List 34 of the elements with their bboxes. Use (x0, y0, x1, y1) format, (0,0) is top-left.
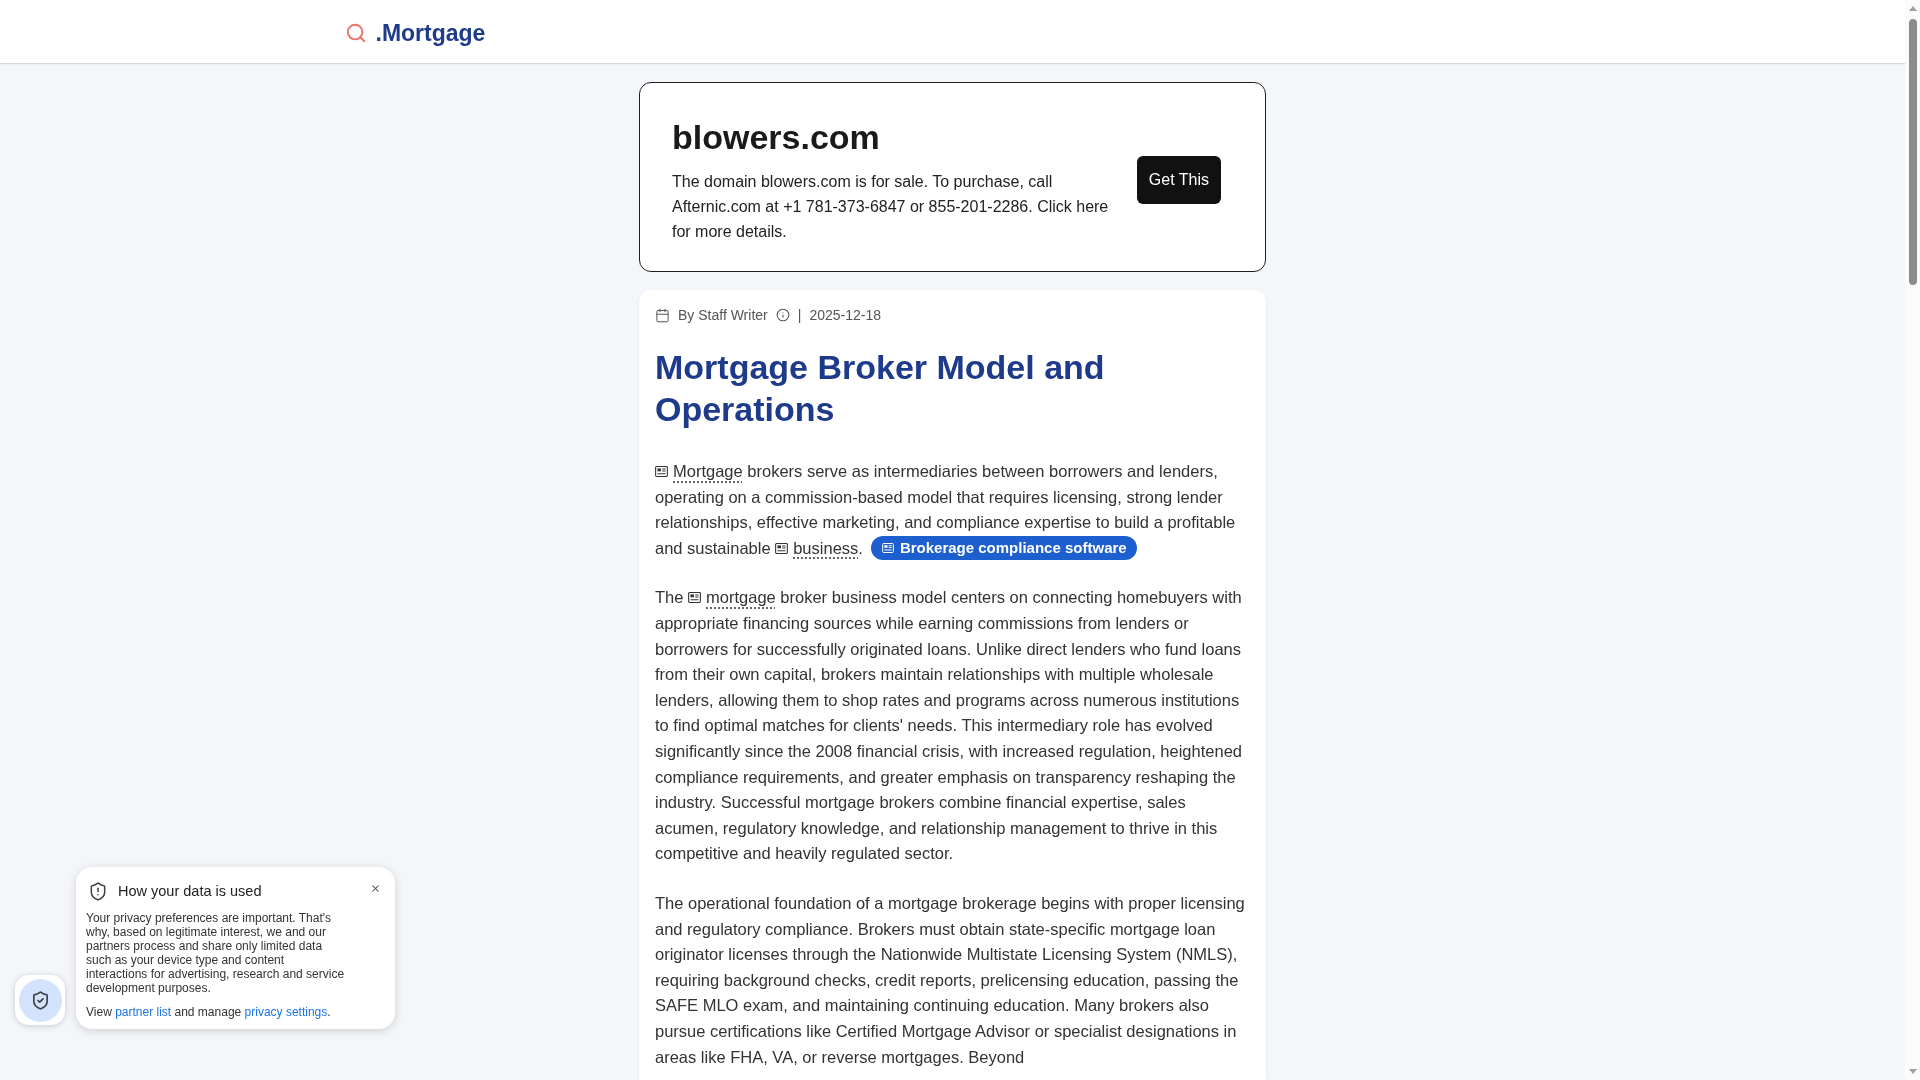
privacy-shield-button[interactable] (15, 975, 65, 1025)
newspaper-icon (688, 592, 702, 604)
article-paragraph: Mortgage brokers serve as intermediaries between borrowers and lenders, operating on a commission-based model that requires licensing, strong lender relationships, effective marketing, and compliance expertise to build a profitable and sustainable business. Brokerage compliance software (655, 459, 1250, 562)
domain-title: blowers.com (672, 117, 881, 158)
privacy-text: Your privacy preferences are important. That's why, based on legitimate interest, we and our partners process and share only limited data such as your device type and content interactions for advertising, research and service development purposes. (86, 911, 346, 995)
shield-check-icon (18, 978, 62, 1022)
article-paragraph: The mortgage broker business model centers on connecting homebuyers with appropriate financing sources while earning commissions from lenders or borrowers for successfully originated loans. Unlike direct lenders who fund loans from their own capital, brokers maintain relationships with multiple wholesale lenders, allowing them to shop rates and programs across numerous institutions to find optimal matches for clients' needs. This intermediary role has evolved significantly since the 2008 financial crisis, with increased regulation, heightened compliance requirements, and greater emphasis on transparency reshaping the industry. Successful mortgage brokers combine financial expertise, sales acumen, regulatory knowledge, and relationship management to thrive in this competitive and heavily regulated sector. (655, 587, 1243, 865)
newspaper-icon (655, 466, 668, 477)
keyword-link[interactable]: business (793, 538, 859, 557)
newspaper-icon (775, 542, 789, 554)
scrollbar-thumb[interactable] (1908, 19, 1917, 285)
publish-date: 2025-12-18 (809, 305, 881, 325)
get-this-button[interactable]: Get This (1136, 155, 1221, 204)
info-icon (775, 308, 790, 322)
sale-description: The domain blowers.com is for sale. To purchase, call Afternic.com at +1 781-373-6847 or 855-201-2286. Click here for more details. (672, 172, 1110, 242)
topic-chip[interactable]: Brokerage compliance software (870, 536, 1137, 561)
author-text: By Staff Writer (678, 305, 768, 325)
newspaper-icon (881, 543, 894, 554)
close-icon (369, 882, 381, 894)
article-paragraph: The operational foundation of a mortgage brokerage begins with proper licensing and regulatory compliance. Brokers must obtain state-specific mortgage loan originator licenses through the Nationwide Multistate Licensing System (NMLS), requiring background checks, credit reports, prelicensing education, passing the SAFE MLO exam, and maintaining continuing education. Many brokers also pursue certifications like Certified Mortgage Advisor or specialist designations in areas like FHA, VA, or reverse mortgages. Beyond (655, 892, 1246, 1068)
inline-link[interactable]: partner list (115, 1005, 172, 1019)
keyword-link[interactable]: mortgage (706, 588, 776, 607)
keyword-link[interactable]: Mortgage (673, 462, 743, 480)
logo-link[interactable]: .Mortgage (375, 18, 486, 47)
scrollbar-track[interactable] (1905, 0, 1920, 1080)
article-title: Mortgage Broker Model and Operations (655, 347, 1106, 430)
privacy-links-text: View partner list and manage privacy settings. (86, 1005, 331, 1019)
search-icon (344, 21, 367, 44)
calendar-icon (655, 307, 670, 323)
popup-title: How your data is used (118, 882, 262, 901)
scroll-up-icon[interactable] (1908, 6, 1917, 11)
scroll-down-icon[interactable] (1908, 1069, 1917, 1074)
shield-alert-icon (88, 881, 108, 902)
meta-separator: | (797, 305, 802, 325)
